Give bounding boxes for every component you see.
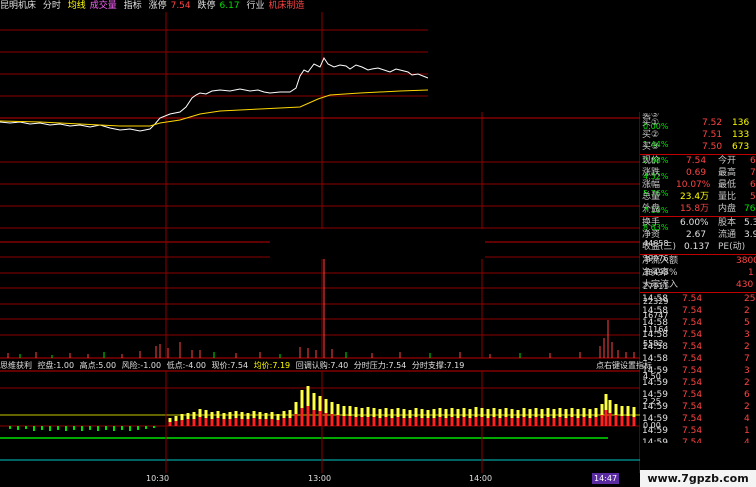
tick-row: 14:59 7.54 3 <box>642 366 750 376</box>
indicator-value: 低点:-4.00 <box>166 361 207 370</box>
stat-row: 总量 23.4万 量比 5 <box>642 192 756 202</box>
tick-row: 14:58 7.54 2 <box>642 342 750 352</box>
tick-row: 14:58 7.54 25 <box>642 294 756 304</box>
stat-row: 换手 6.00% 股本 5.3 <box>642 218 756 228</box>
volume-toggle[interactable]: 成交量 <box>90 1 117 11</box>
limit-down-value: 6.17 <box>219 1 240 11</box>
average-price-line <box>0 89 429 127</box>
indicator-value: 风险:-1.00 <box>121 361 162 370</box>
indicator-value: 回调认购:7.40 <box>295 361 349 370</box>
indicator-value: 均价:7.19 <box>253 361 291 370</box>
indicator-name[interactable]: 思维获利 <box>0 361 32 370</box>
indicator-value: 分时压力:7.54 <box>353 361 407 370</box>
time-label: 13:00 <box>308 474 332 483</box>
tick-row: 14:58 7.54 5 <box>642 318 750 328</box>
indicator-value: 分时支撑:7.19 <box>411 361 465 370</box>
flow-row: 净买率% 1 <box>642 268 754 278</box>
hover-tooltip <box>270 229 485 259</box>
indicator-value: 高点:5.00 <box>79 361 117 370</box>
time-label: 14:00 <box>469 474 493 483</box>
stat-row: 收益(三) 0.137 PE(动) <box>642 242 746 252</box>
tab-fenshi[interactable]: 分时 <box>43 1 61 11</box>
limit-down-label: 跌停 <box>197 1 216 11</box>
order-book-row[interactable]: 买② 7.51 133 <box>640 129 756 141</box>
tick-row: 14:59 7.54 1 <box>642 426 750 436</box>
indicator-value: 控盘:1.00 <box>37 361 75 370</box>
time-label: 10:30 <box>146 474 170 483</box>
tick-row: 14:58 7.54 2 <box>642 306 750 316</box>
stat-row: 现价 7.54 今开 6 <box>642 156 756 166</box>
limit-up-value: 7.54 <box>170 1 191 11</box>
stock-name[interactable]: 昆明机床 <box>0 1 36 11</box>
avg-line-toggle[interactable]: 均线 <box>68 1 86 11</box>
indicator-toggle[interactable]: 指标 <box>124 1 142 11</box>
stat-row: 涨幅 10.07% 最低 6 <box>642 180 756 190</box>
tick-row: 14:59 7.54 4 <box>642 414 750 424</box>
stat-row: 外盘 15.8万 内盘 76 <box>642 204 756 214</box>
tick-row: 14:59 7.54 2 <box>642 378 750 388</box>
tick-row: 14:59 7.54 2 <box>642 402 750 412</box>
tick-row: 14:59 7.54 6 <box>642 390 750 400</box>
flow-row: 净流入额3800 <box>642 256 756 266</box>
order-book-row[interactable]: 买③ 7.50 673 <box>640 141 756 153</box>
time-axis: 10:30 13:00 14:00 14:47 <box>0 473 640 487</box>
price-line <box>0 56 429 132</box>
stat-row: 涨跌 0.69 最高 7 <box>642 168 756 178</box>
indicator-panel <box>0 370 640 473</box>
limit-up-label: 涨停 <box>148 1 167 11</box>
tick-row: 14:58 7.54 7 <box>642 354 750 364</box>
order-book-row[interactable]: 买① 7.52 136 <box>640 117 756 129</box>
indicator-title-bar: 思维获利 控盘:1.00 高点:5.00 风险:-1.00 低点:-4.00 现… <box>0 360 640 371</box>
tick-row: 14:58 7.54 3 <box>642 330 750 340</box>
chart-overlay-box <box>428 0 640 112</box>
watermark-text: www.7gpzb.com <box>640 470 756 487</box>
flow-row: 大宗流入 430 <box>642 280 754 290</box>
indicator-value: 现价:7.54 <box>211 361 249 370</box>
quote-panel: 卖⑤ 买① 7.52 136 买② 7.51 133 买③ 7.50 673 现… <box>640 113 756 443</box>
current-time-marker: 14:47 <box>592 473 620 484</box>
tick-row: 14:59 7.54 4 <box>642 438 750 443</box>
stat-row: 净资 2.67 流通 3.9 <box>642 230 756 240</box>
industry-label: 行业 <box>246 1 265 11</box>
industry-value[interactable]: 机床制造 <box>268 1 304 11</box>
